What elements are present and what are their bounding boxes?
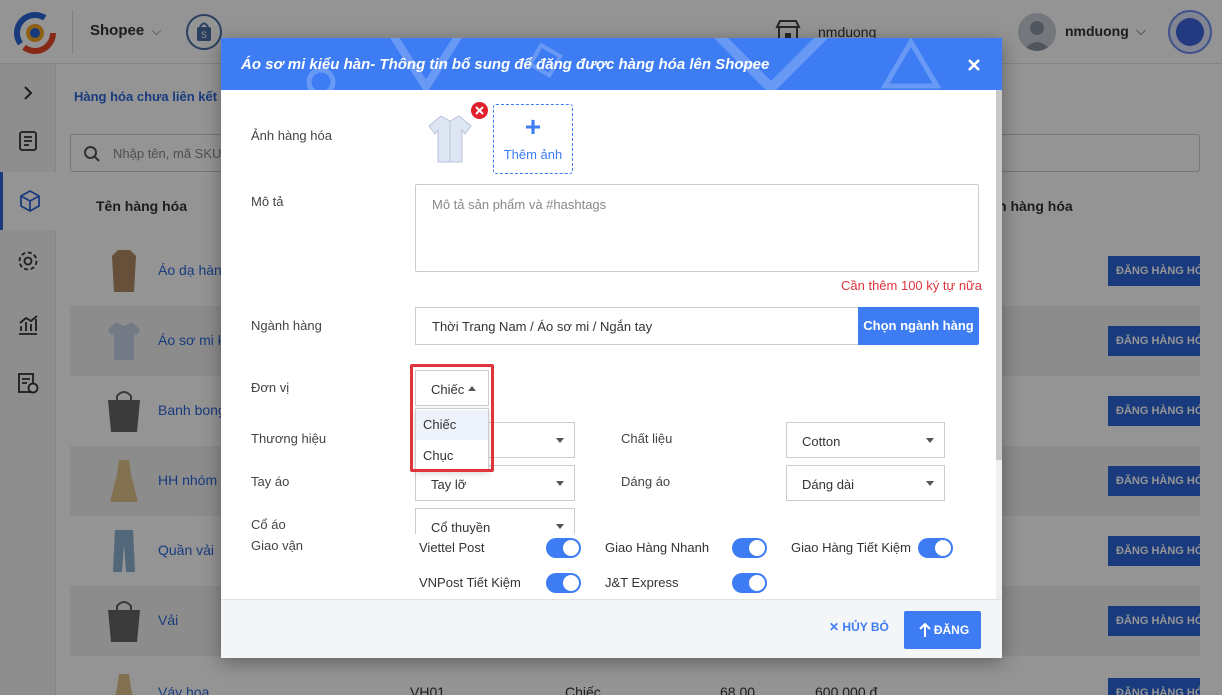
shipping-toggle-ghtk[interactable] bbox=[918, 538, 953, 558]
close-icon: ✕ bbox=[829, 620, 840, 634]
collar-label: Cổ áo bbox=[251, 517, 286, 532]
shape-value: Dáng dài bbox=[802, 477, 855, 492]
dialog-header: Áo sơ mi kiểu hàn- Thông tin bổ sung để … bbox=[221, 38, 1002, 90]
material-select[interactable]: Cotton bbox=[786, 422, 945, 458]
submit-label: ĐĂNG bbox=[933, 623, 970, 637]
cancel-label: HỦY BỎ bbox=[842, 620, 889, 634]
shipping-toggle-viettel[interactable] bbox=[546, 538, 581, 558]
description-label: Mô tả bbox=[251, 194, 284, 209]
description-placeholder: Mô tả sản phẩm và #hashtags bbox=[432, 197, 607, 212]
shipping-name-viettel: Viettel Post bbox=[419, 540, 485, 555]
remove-image-icon[interactable] bbox=[471, 102, 488, 119]
caret-down-icon bbox=[556, 481, 564, 486]
plus-icon: + bbox=[524, 111, 542, 142]
shipping-name-vnpost: VNPost Tiết Kiệm bbox=[419, 575, 521, 590]
close-icon[interactable] bbox=[967, 58, 981, 72]
caret-down-icon bbox=[926, 481, 934, 486]
category-label: Ngành hàng bbox=[251, 318, 322, 333]
caret-down-icon bbox=[556, 438, 564, 443]
submit-button[interactable]: ĐĂNG bbox=[904, 611, 981, 649]
material-value: Cotton bbox=[802, 434, 841, 449]
add-image-button[interactable]: + Thêm ảnh bbox=[493, 104, 573, 174]
description-textarea[interactable]: Mô tả sản phẩm và #hashtags bbox=[415, 184, 979, 272]
sleeve-value: Tay lỡ bbox=[431, 477, 467, 492]
shipping-toggle-vnpost[interactable] bbox=[546, 573, 581, 593]
shipping-name-ghn: Giao Hàng Nhanh bbox=[605, 540, 710, 555]
shipping-toggle-jt[interactable] bbox=[732, 573, 767, 593]
shipping-name-jt: J&T Express bbox=[605, 575, 679, 590]
collar-value: Cổ thuyền bbox=[431, 520, 491, 534]
cancel-button[interactable]: ✕ HỦY BỎ bbox=[829, 620, 889, 634]
shape-select[interactable]: Dáng dài bbox=[786, 465, 945, 501]
image-label: Ảnh hàng hóa bbox=[251, 128, 332, 143]
collar-select[interactable]: Cổ thuyền bbox=[415, 508, 575, 534]
shopee-info-dialog: Áo sơ mi kiểu hàn- Thông tin bổ sung để … bbox=[221, 38, 1002, 658]
product-image-shirt[interactable] bbox=[425, 112, 475, 166]
caret-down-icon bbox=[926, 438, 934, 443]
category-field[interactable]: Thời Trang Nam / Áo sơ mi / Ngắn tay bbox=[415, 307, 859, 345]
dialog-body: Ảnh hàng hóa + Thêm ảnh Mô tả Mô tả sản … bbox=[221, 90, 1002, 599]
annotation-highlight-box bbox=[410, 364, 494, 472]
material-label: Chất liệu bbox=[621, 431, 673, 446]
choose-category-button[interactable]: Chọn ngành hàng bbox=[858, 307, 979, 345]
unit-label: Đơn vị bbox=[251, 380, 290, 395]
dialog-footer: ✕ HỦY BỎ ĐĂNG bbox=[221, 599, 1002, 658]
dialog-scrollbar[interactable] bbox=[996, 90, 1002, 599]
shipping-toggle-ghn[interactable] bbox=[732, 538, 767, 558]
add-image-label: Thêm ảnh bbox=[503, 147, 563, 162]
caret-down-icon bbox=[556, 524, 564, 529]
shipping-name-ghtk: Giao Hàng Tiết Kiệm bbox=[791, 540, 911, 555]
brand-label: Thương hiệu bbox=[251, 431, 327, 446]
shape-label: Dáng áo bbox=[621, 474, 671, 489]
category-value: Thời Trang Nam / Áo sơ mi / Ngắn tay bbox=[432, 319, 653, 334]
shipping-label: Giao vận bbox=[251, 538, 304, 553]
shipping-section: Giao vận Viettel Post Giao Hàng Nhanh Gi… bbox=[221, 534, 996, 599]
arrow-up-icon bbox=[919, 622, 931, 637]
sleeve-label: Tay áo bbox=[251, 474, 290, 489]
dialog-title: Áo sơ mi kiểu hàn- Thông tin bổ sung để … bbox=[241, 56, 770, 73]
description-warning: Cần thêm 100 ký tự nữa bbox=[841, 278, 982, 293]
scrollbar-thumb[interactable] bbox=[996, 90, 1002, 460]
